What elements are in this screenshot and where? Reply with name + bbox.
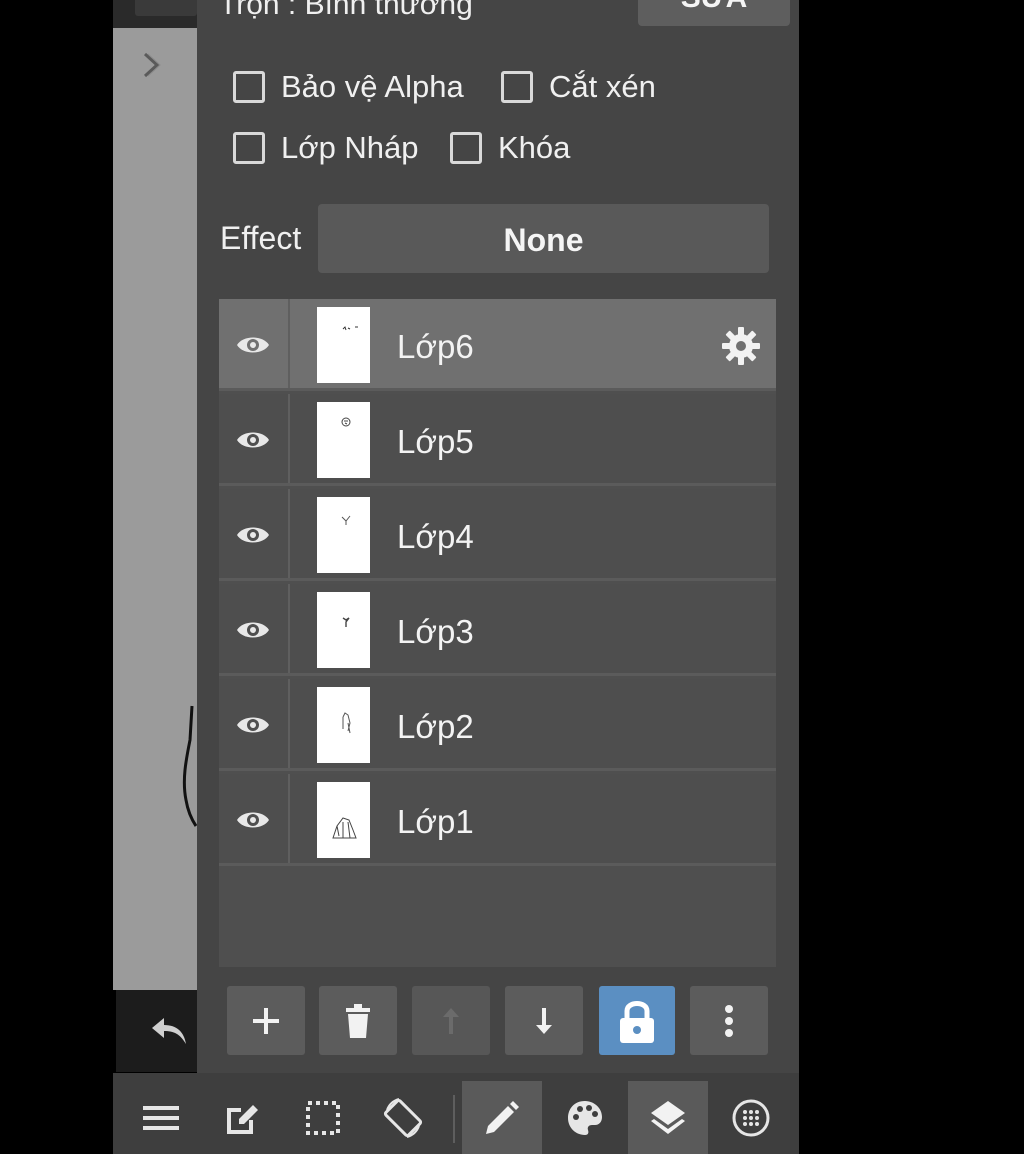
layer-thumbnail (317, 592, 370, 668)
blend-mode-row: Trộn : Bình thường SỬA (219, 0, 790, 36)
lock-icon (620, 1000, 654, 1043)
pen-tool-button[interactable] (462, 1081, 542, 1154)
move-layer-up-button[interactable] (412, 986, 490, 1055)
pen-icon (486, 1100, 519, 1134)
row-divider (288, 489, 290, 578)
eye-icon[interactable] (235, 522, 271, 548)
checkbox-label: Khóa (498, 130, 571, 165)
blend-mode-label: Trộn : Bình thường (219, 0, 473, 21)
checkbox-box[interactable] (233, 132, 265, 164)
canvas-area[interactable] (113, 0, 197, 990)
layer-more-button[interactable] (690, 986, 768, 1055)
canvas-top-bar (113, 0, 197, 28)
grid-circle-icon (732, 1099, 770, 1136)
arrow-up-icon (443, 1007, 459, 1034)
edit-button[interactable] (201, 1081, 281, 1154)
checkbox-box[interactable] (450, 132, 482, 164)
more-vertical-icon (725, 1004, 733, 1037)
layer-name: Lớp3 (397, 613, 474, 650)
effect-label: Effect (220, 220, 302, 256)
palette-icon (568, 1100, 602, 1135)
effect-select-button[interactable]: None (318, 204, 769, 273)
layer-row[interactable]: Lớp2 (219, 679, 776, 771)
toolbar-separator (453, 1095, 455, 1143)
grid-material-button[interactable] (711, 1081, 791, 1154)
selection-icon (306, 1100, 340, 1135)
layer-name: Lớp4 (397, 518, 474, 555)
rotate-screen-button[interactable] (363, 1081, 443, 1154)
row-divider (288, 584, 290, 673)
checkbox-box[interactable] (501, 71, 533, 103)
top-chip (135, 0, 197, 16)
row-divider (288, 299, 290, 388)
checkbox-label: Lớp Nháp (281, 130, 419, 165)
layer-row[interactable]: Lớp4 (219, 489, 776, 581)
layer-thumbnail (317, 307, 370, 383)
edit-square-icon (227, 1104, 258, 1134)
layer-row[interactable]: Lớp5 (219, 394, 776, 486)
row-divider (288, 679, 290, 768)
layer-name: Lớp5 (397, 423, 474, 460)
layer-row[interactable]: Lớp1 (219, 774, 776, 866)
menu-icon (143, 1105, 179, 1130)
layer-name: Lớp1 (397, 803, 474, 840)
selection-button[interactable] (283, 1081, 363, 1154)
layer-row[interactable]: Lớp6 (219, 299, 776, 391)
layer-thumbnail (317, 782, 370, 858)
gear-icon[interactable] (721, 326, 761, 366)
trash-icon (346, 1003, 370, 1038)
add-layer-button[interactable] (227, 986, 305, 1055)
eye-icon[interactable] (235, 807, 271, 833)
row-divider (288, 394, 290, 483)
eye-icon[interactable] (235, 427, 271, 453)
plus-icon (253, 1007, 279, 1034)
delete-layer-button[interactable] (319, 986, 397, 1055)
checkbox-box[interactable] (233, 71, 265, 103)
layer-thumbnail (317, 497, 370, 573)
eye-icon[interactable] (235, 712, 271, 738)
clipping-checkbox[interactable]: Cắt xén (501, 67, 656, 107)
color-palette-button[interactable] (545, 1081, 625, 1154)
eye-icon[interactable] (235, 332, 271, 358)
edit-blend-button[interactable]: SỬA (638, 0, 790, 26)
chevron-right-icon[interactable] (137, 50, 165, 80)
layer-row[interactable]: Lớp3 (219, 584, 776, 676)
menu-button[interactable] (121, 1081, 201, 1154)
checkbox-label: Bảo vệ Alpha (281, 69, 464, 104)
lock-layer-button[interactable] (599, 986, 675, 1055)
layer-name: Lớp6 (397, 328, 474, 365)
layer-name: Lớp2 (397, 708, 474, 745)
undo-icon (152, 1018, 186, 1044)
alpha-protect-checkbox[interactable]: Bảo vệ Alpha (233, 67, 464, 107)
draft-layer-checkbox[interactable]: Lớp Nháp (233, 128, 419, 168)
layer-list[interactable]: Lớp6 Lớp5 Lớp4 Lớp3 Lớp2 Lớp1 (219, 299, 776, 967)
checkbox-label: Cắt xén (549, 69, 656, 104)
layer-thumbnail (317, 402, 370, 478)
bottom-toolbar (113, 1073, 799, 1154)
lock-checkbox[interactable]: Khóa (450, 128, 570, 168)
eye-icon[interactable] (235, 617, 271, 643)
layers-icon (651, 1100, 685, 1134)
rotate-screen-icon (383, 1097, 423, 1138)
arrow-down-icon (536, 1007, 552, 1034)
row-divider (288, 774, 290, 863)
layer-panel: Trộn : Bình thường SỬA Bảo vệ Alpha Cắt … (197, 0, 799, 1073)
layers-button[interactable] (628, 1081, 708, 1154)
layer-thumbnail (317, 687, 370, 763)
undo-button[interactable] (116, 990, 197, 1072)
move-layer-down-button[interactable] (505, 986, 583, 1055)
